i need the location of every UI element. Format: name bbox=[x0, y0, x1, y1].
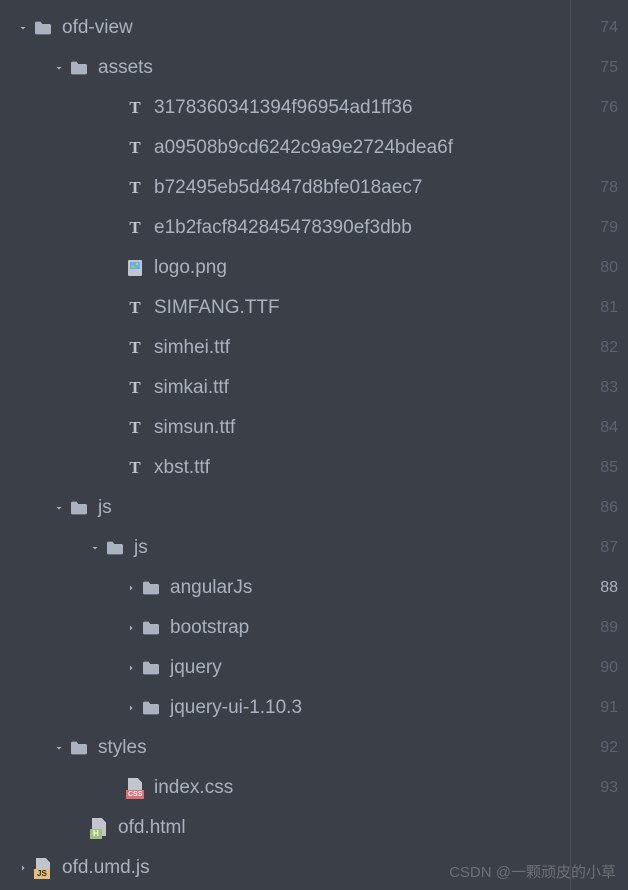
font-file-icon: T bbox=[124, 418, 146, 438]
chevron-right-icon bbox=[122, 582, 140, 594]
tree-file[interactable]: T simsun.ttf bbox=[0, 408, 570, 448]
folder-label: ofd-view bbox=[62, 17, 133, 39]
line-number: 90 bbox=[571, 648, 618, 688]
tree-file-html[interactable]: H ofd.html bbox=[0, 808, 570, 848]
folder-label: assets bbox=[98, 57, 153, 79]
line-number bbox=[571, 808, 618, 848]
line-number: 85 bbox=[571, 448, 618, 488]
line-number: 88 bbox=[571, 568, 618, 608]
folder-icon bbox=[68, 60, 90, 76]
file-label: simhei.ttf bbox=[154, 337, 230, 359]
tree-folder-styles[interactable]: styles bbox=[0, 728, 570, 768]
folder-icon bbox=[140, 620, 162, 636]
line-number: 84 bbox=[571, 408, 618, 448]
file-label: xbst.ttf bbox=[154, 457, 210, 479]
chevron-right-icon bbox=[122, 622, 140, 634]
image-file-icon bbox=[124, 259, 146, 277]
font-file-icon: T bbox=[124, 378, 146, 398]
tree-folder-assets[interactable]: assets bbox=[0, 48, 570, 88]
line-number: 74 bbox=[571, 8, 618, 48]
line-number: 89 bbox=[571, 608, 618, 648]
folder-label: jquery-ui-1.10.3 bbox=[170, 697, 302, 719]
line-number: 79 bbox=[571, 208, 618, 248]
font-file-icon: T bbox=[124, 218, 146, 238]
chevron-right-icon bbox=[122, 702, 140, 714]
folder-icon bbox=[104, 540, 126, 556]
tree-folder-js[interactable]: js bbox=[0, 488, 570, 528]
font-file-icon: T bbox=[124, 458, 146, 478]
tree-file-image[interactable]: logo.png bbox=[0, 248, 570, 288]
tree-file[interactable]: T xbst.ttf bbox=[0, 448, 570, 488]
folder-label: styles bbox=[98, 737, 147, 759]
line-number: 87 bbox=[571, 528, 618, 568]
folder-label: bootstrap bbox=[170, 617, 249, 639]
file-tree: ofd-view assets T 3178360341394f96954ad1… bbox=[0, 0, 570, 890]
tree-file[interactable]: T 3178360341394f96954ad1ff36 bbox=[0, 88, 570, 128]
folder-label: js bbox=[134, 537, 148, 559]
tree-file[interactable]: T simkai.ttf bbox=[0, 368, 570, 408]
folder-icon bbox=[68, 500, 90, 516]
tree-file[interactable]: T e1b2facf842845478390ef3dbb bbox=[0, 208, 570, 248]
font-file-icon: T bbox=[124, 98, 146, 118]
js-file-icon: JS bbox=[32, 858, 54, 878]
folder-label: js bbox=[98, 497, 112, 519]
file-label: a09508b9cd6242c9a9e2724bdea6f bbox=[154, 137, 453, 159]
tree-file[interactable]: T simhei.ttf bbox=[0, 328, 570, 368]
file-label: SIMFANG.TTF bbox=[154, 297, 280, 319]
file-label: 3178360341394f96954ad1ff36 bbox=[154, 97, 413, 119]
font-file-icon: T bbox=[124, 138, 146, 158]
file-label: index.css bbox=[154, 777, 233, 799]
chevron-down-icon bbox=[50, 742, 68, 754]
folder-icon bbox=[68, 740, 90, 756]
tree-file[interactable]: T a09508b9cd6242c9a9e2724bdea6f bbox=[0, 128, 570, 168]
line-number: 86 bbox=[571, 488, 618, 528]
line-number: 81 bbox=[571, 288, 618, 328]
chevron-down-icon bbox=[14, 22, 32, 34]
chevron-right-icon bbox=[122, 662, 140, 674]
tree-folder[interactable]: bootstrap bbox=[0, 608, 570, 648]
tree-file-css[interactable]: CSS index.css bbox=[0, 768, 570, 808]
chevron-down-icon bbox=[50, 502, 68, 514]
file-label: ofd.umd.js bbox=[62, 857, 150, 879]
file-label: ofd.html bbox=[118, 817, 186, 839]
folder-icon bbox=[140, 580, 162, 596]
css-file-icon: CSS bbox=[124, 778, 146, 798]
font-file-icon: T bbox=[124, 338, 146, 358]
folder-icon bbox=[140, 660, 162, 676]
file-label: logo.png bbox=[154, 257, 227, 279]
file-label: simkai.ttf bbox=[154, 377, 229, 399]
chevron-down-icon bbox=[50, 62, 68, 74]
file-label: b72495eb5d4847d8bfe018aec7 bbox=[154, 177, 422, 199]
chevron-down-icon bbox=[86, 542, 104, 554]
line-number: 80 bbox=[571, 248, 618, 288]
tree-folder[interactable]: angularJs bbox=[0, 568, 570, 608]
file-label: e1b2facf842845478390ef3dbb bbox=[154, 217, 412, 239]
folder-label: angularJs bbox=[170, 577, 252, 599]
line-number: 82 bbox=[571, 328, 618, 368]
folder-icon bbox=[140, 700, 162, 716]
line-number-gutter: 747576 78798081828384858687888990919293 bbox=[570, 0, 628, 890]
tree-file[interactable]: T b72495eb5d4847d8bfe018aec7 bbox=[0, 168, 570, 208]
tree-folder-root[interactable]: ofd-view bbox=[0, 8, 570, 48]
folder-label: jquery bbox=[170, 657, 222, 679]
tree-file[interactable]: T SIMFANG.TTF bbox=[0, 288, 570, 328]
tree-folder[interactable]: jquery bbox=[0, 648, 570, 688]
line-number: 75 bbox=[571, 48, 618, 88]
line-number: 91 bbox=[571, 688, 618, 728]
html-file-icon: H bbox=[88, 818, 110, 838]
tree-folder[interactable]: jquery-ui-1.10.3 bbox=[0, 688, 570, 728]
font-file-icon: T bbox=[124, 298, 146, 318]
line-number: 93 bbox=[571, 768, 618, 808]
font-file-icon: T bbox=[124, 178, 146, 198]
line-number: 78 bbox=[571, 168, 618, 208]
line-number: 92 bbox=[571, 728, 618, 768]
folder-icon bbox=[32, 20, 54, 36]
line-number bbox=[571, 128, 618, 168]
line-number: 83 bbox=[571, 368, 618, 408]
line-number: 76 bbox=[571, 88, 618, 128]
tree-file-js-umd[interactable]: JS ofd.umd.js bbox=[0, 848, 570, 888]
tree-folder-js-inner[interactable]: js bbox=[0, 528, 570, 568]
chevron-right-icon bbox=[14, 862, 32, 874]
file-label: simsun.ttf bbox=[154, 417, 235, 439]
